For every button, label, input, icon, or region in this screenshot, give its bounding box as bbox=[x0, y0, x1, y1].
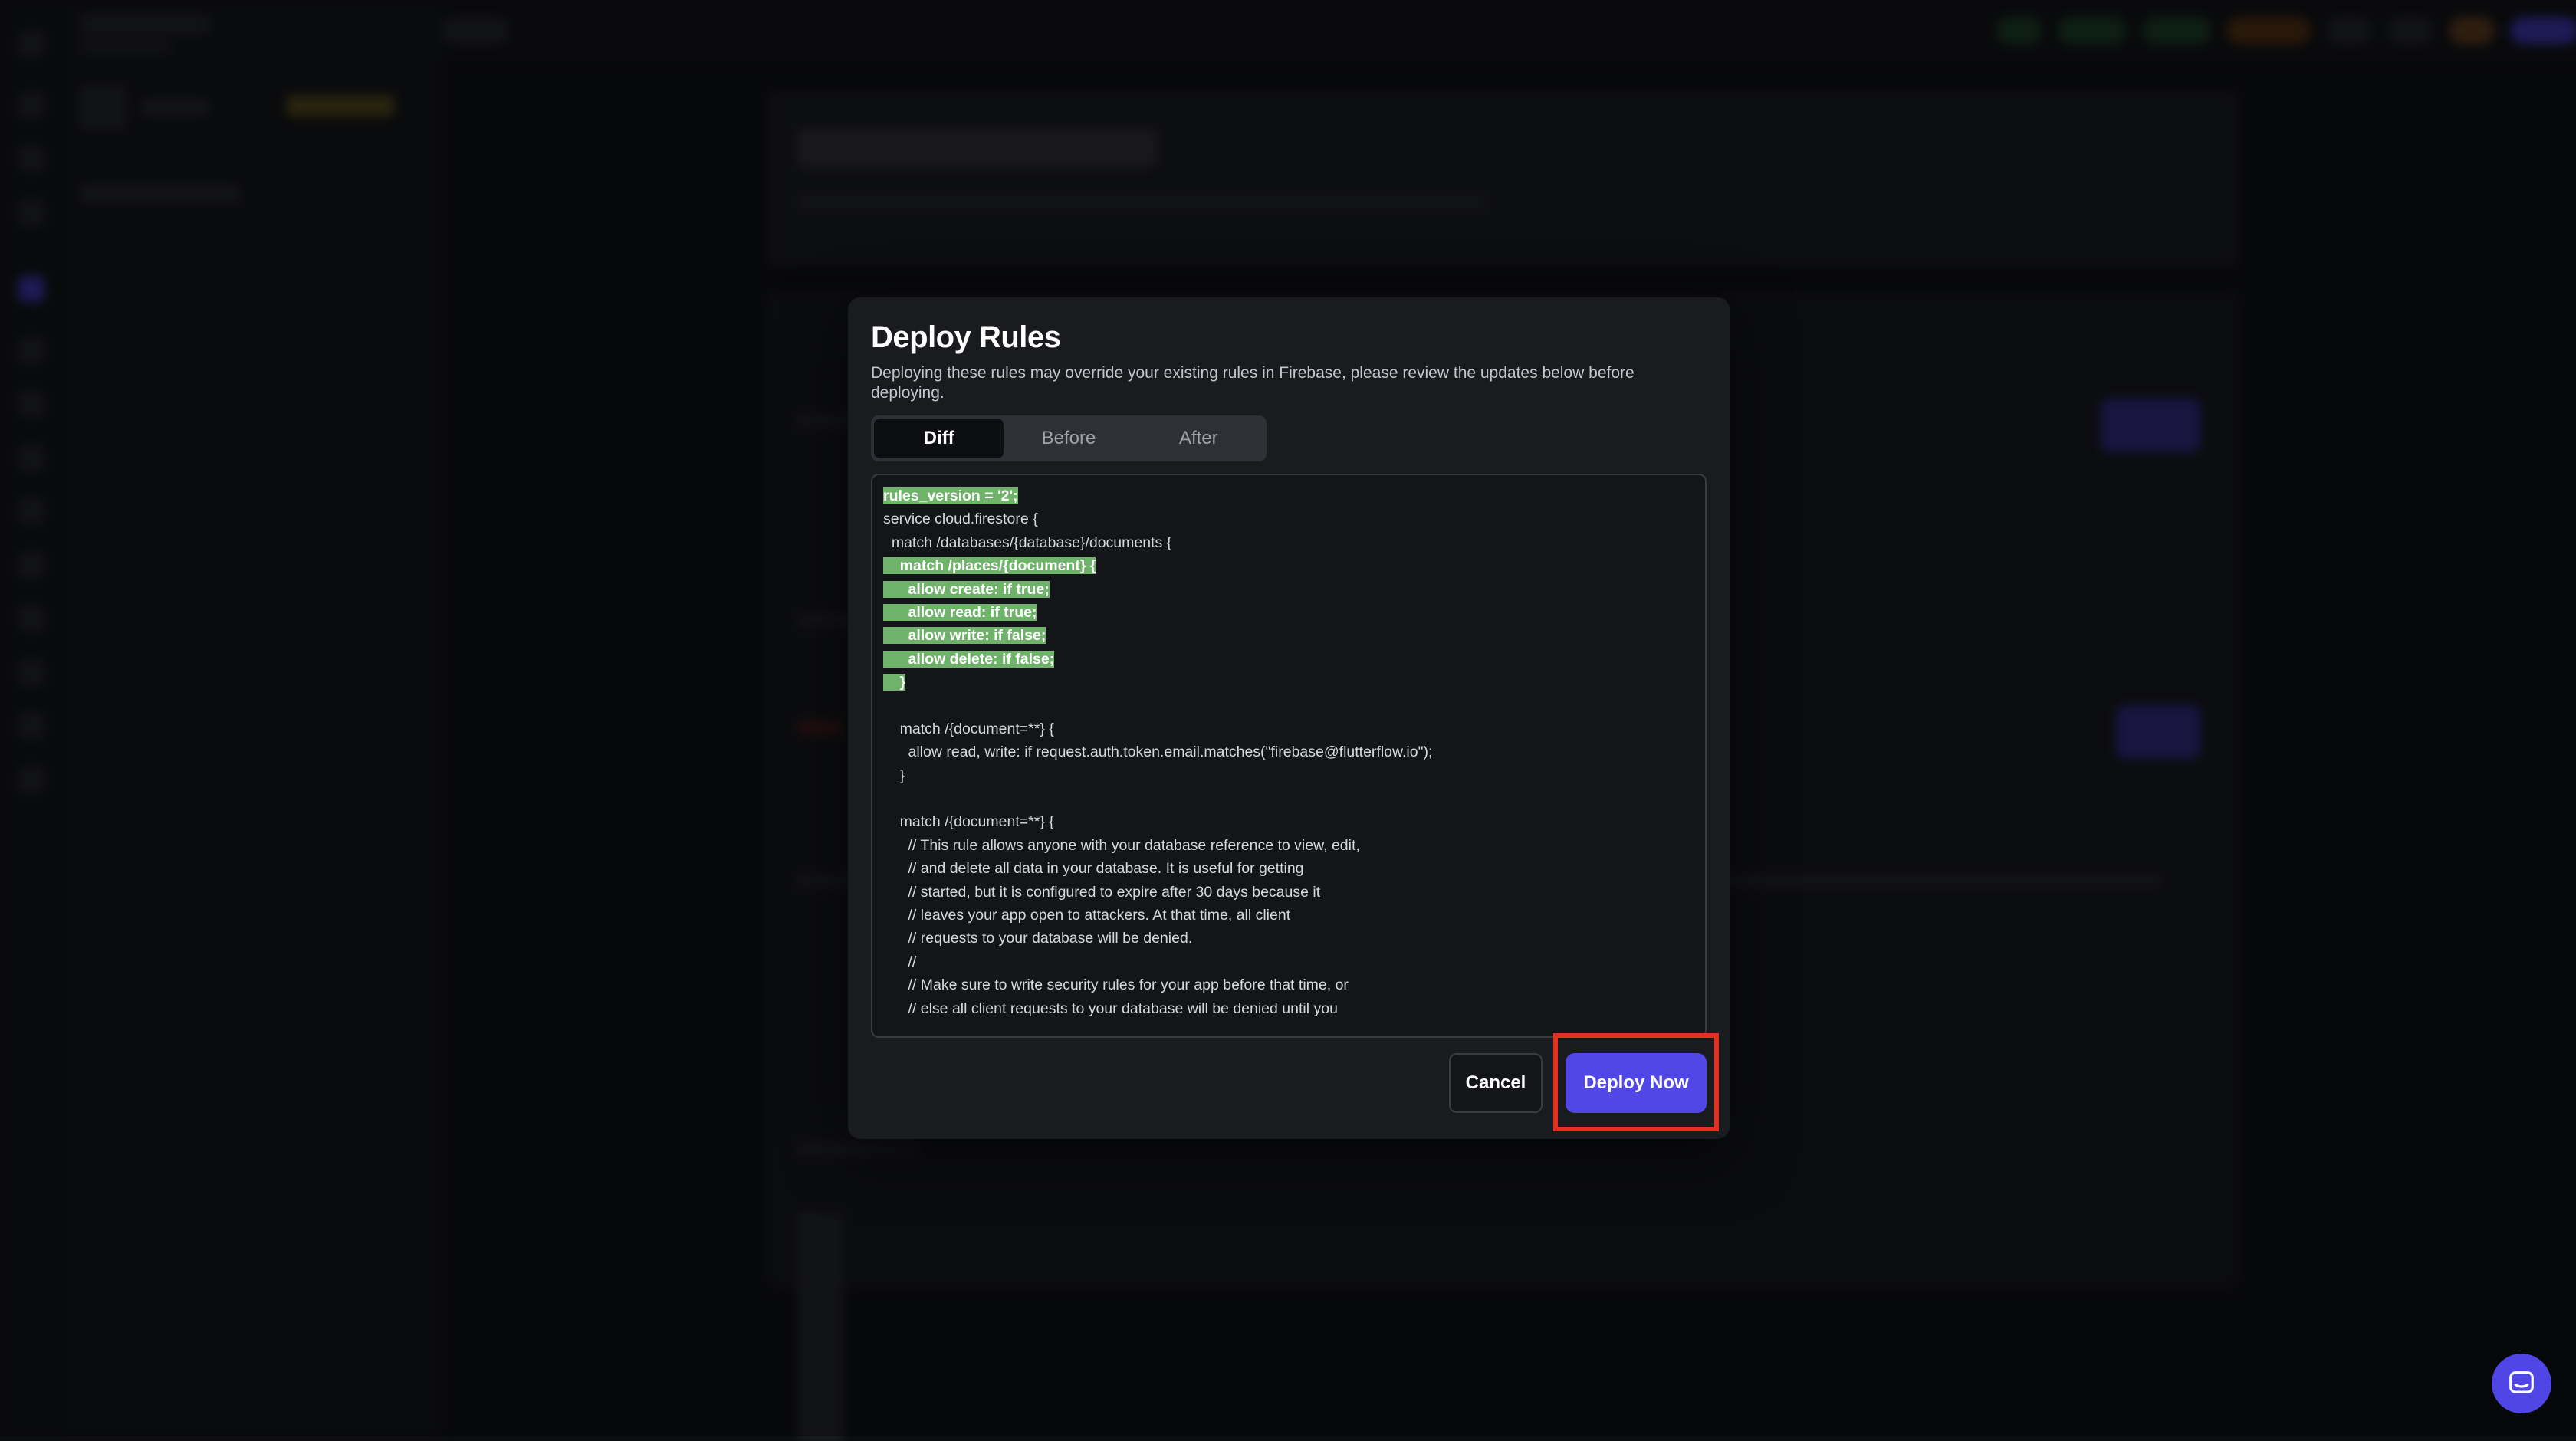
dialog-description: Deploying these rules may override your … bbox=[871, 364, 1635, 402]
dialog-title: Deploy Rules bbox=[871, 320, 1061, 354]
code-line: // started, but it is configured to expi… bbox=[883, 881, 1694, 904]
added-code-text: allow delete: if false; bbox=[883, 650, 1055, 668]
code-text: service cloud.firestore { bbox=[883, 510, 1038, 528]
tab-diff[interactable]: Diff bbox=[874, 419, 1004, 458]
added-code-text: allow read: if true; bbox=[883, 603, 1037, 621]
code-line: // else all client requests to your data… bbox=[883, 997, 1694, 1020]
code-line: allow create: if true; bbox=[883, 578, 1694, 601]
code-text: allow read, write: if request.auth.token… bbox=[883, 743, 1433, 761]
code-line: // and delete all data in your database.… bbox=[883, 857, 1694, 880]
code-text: // Make sure to write security rules for… bbox=[883, 977, 1349, 994]
code-line: allow delete: if false; bbox=[883, 648, 1694, 671]
deploy-rules-dialog: Deploy Rules Deploying these rules may o… bbox=[848, 297, 1730, 1139]
code-line: // This rule allows anyone with your dat… bbox=[883, 834, 1694, 857]
code-line: // Make sure to write security rules for… bbox=[883, 973, 1694, 996]
chat-bubble-icon bbox=[2509, 1371, 2534, 1393]
code-line: } bbox=[883, 671, 1694, 694]
added-code-text: rules_version = '2'; bbox=[883, 487, 1018, 504]
added-code-text: } bbox=[883, 674, 906, 691]
code-text: match /{document=**} { bbox=[883, 813, 1054, 831]
code-line: // leaves your app open to attackers. At… bbox=[883, 904, 1694, 927]
code-text: // else all client requests to your data… bbox=[883, 1000, 1338, 1017]
added-code-text: allow write: if false; bbox=[883, 627, 1046, 645]
deploy-now-button[interactable]: Deploy Now bbox=[1566, 1053, 1707, 1113]
cancel-button[interactable]: Cancel bbox=[1449, 1053, 1543, 1113]
tab-before[interactable]: Before bbox=[1004, 419, 1133, 458]
code-line: allow read: if true; bbox=[883, 601, 1694, 624]
code-line: match /{document=**} { bbox=[883, 717, 1694, 740]
code-line: allow read, write: if request.auth.token… bbox=[883, 740, 1694, 763]
code-text: } bbox=[883, 766, 905, 784]
support-chat-button[interactable] bbox=[2492, 1354, 2551, 1413]
tab-after[interactable]: After bbox=[1134, 419, 1263, 458]
code-text: match /databases/{database}/documents { bbox=[883, 533, 1172, 551]
code-line: } bbox=[883, 764, 1694, 787]
code-text: // and delete all data in your database.… bbox=[883, 860, 1304, 878]
view-tabs: Diff Before After bbox=[871, 415, 1267, 461]
code-line: // requests to your database will be den… bbox=[883, 927, 1694, 950]
code-text: match /{document=**} { bbox=[883, 720, 1054, 737]
code-line: // bbox=[883, 950, 1694, 973]
rules-diff-viewer[interactable]: rules_version = '2'; service cloud.firest… bbox=[871, 474, 1707, 1038]
code-text: // leaves your app open to attackers. At… bbox=[883, 907, 1291, 924]
code-text: // requests to your database will be den… bbox=[883, 930, 1193, 947]
code-line: rules_version = '2'; bbox=[883, 484, 1694, 507]
code-line: service cloud.firestore { bbox=[883, 507, 1694, 530]
code-line: allow write: if false; bbox=[883, 624, 1694, 647]
added-code-text: match /places/{document} { bbox=[883, 557, 1096, 575]
code-line: match /databases/{database}/documents { bbox=[883, 531, 1694, 554]
code-text: // This rule allows anyone with your dat… bbox=[883, 836, 1360, 854]
code-line: match /places/{document} { bbox=[883, 554, 1694, 577]
code-text: // started, but it is configured to expi… bbox=[883, 883, 1321, 901]
added-code-text: allow create: if true; bbox=[883, 580, 1050, 598]
code-text: // bbox=[883, 953, 917, 970]
code-line: match /{document=**} { bbox=[883, 810, 1694, 833]
